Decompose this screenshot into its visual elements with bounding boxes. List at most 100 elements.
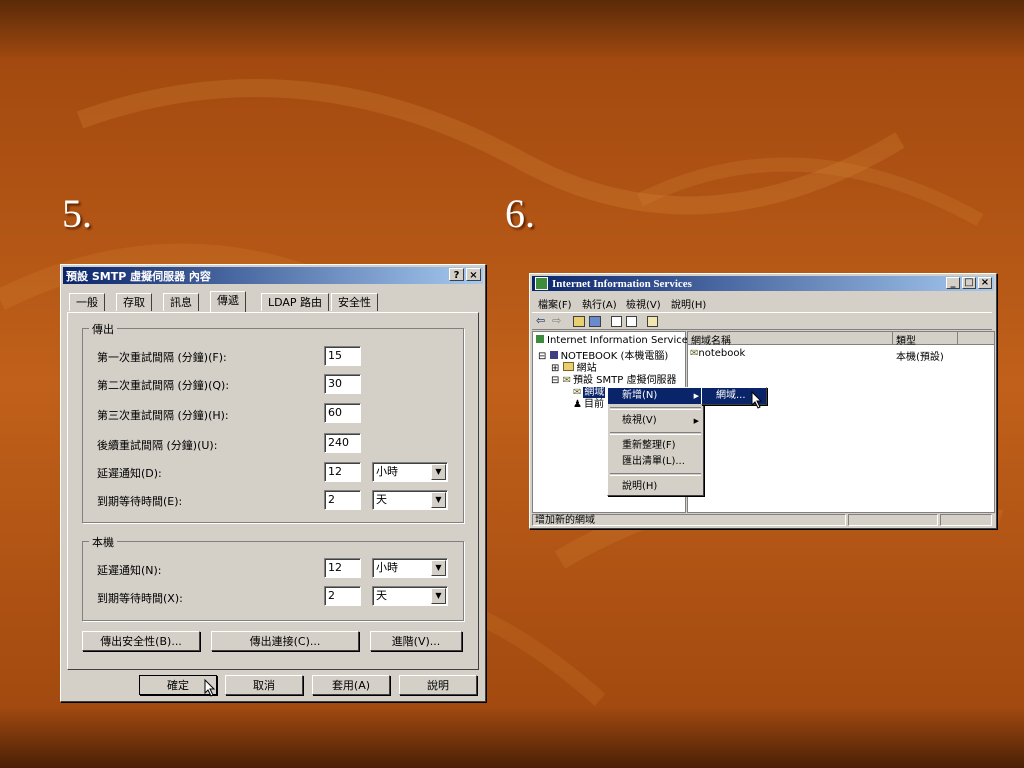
local-expire-unit-select[interactable]: 天 ▼ bbox=[372, 586, 448, 606]
context-menu: 新增(N) ▶ 檢視(V) ▶ 重新整理(F) 匯出清單(L)... 說明(H) bbox=[607, 387, 704, 496]
expire-unit-value: 天 bbox=[376, 493, 387, 506]
help-icon[interactable]: ? bbox=[449, 268, 464, 281]
outbound-security-button[interactable]: 傳出安全性(B)... bbox=[82, 631, 200, 651]
tab-security[interactable]: 安全性 bbox=[331, 293, 378, 311]
maximize-icon[interactable]: □ bbox=[962, 277, 976, 289]
menu-action[interactable]: 執行(A) bbox=[582, 296, 617, 311]
mouse-cursor-icon bbox=[751, 391, 763, 409]
slide-number-left: 5. bbox=[62, 191, 92, 236]
second-retry-input[interactable]: 30 bbox=[324, 374, 361, 394]
back-arrow-icon[interactable]: ⇦ bbox=[536, 314, 545, 327]
advanced-button[interactable]: 進階(V)... bbox=[370, 631, 462, 651]
help-icon[interactable] bbox=[647, 316, 658, 327]
menu-item-new[interactable]: 新增(N) ▶ bbox=[608, 388, 703, 404]
subsequent-retry-input[interactable]: 240 bbox=[324, 433, 361, 453]
menu-item-export-list[interactable]: 匯出清單(L)... bbox=[608, 454, 703, 470]
collapse-icon[interactable]: ⊟ bbox=[538, 351, 546, 362]
local-delay-input[interactable]: 12 bbox=[324, 558, 361, 578]
folder-icon bbox=[562, 362, 574, 371]
delay-notify-label: 延遲通知(D): bbox=[97, 467, 162, 480]
properties-icon[interactable] bbox=[611, 316, 622, 327]
mouse-cursor-icon bbox=[204, 679, 216, 697]
iis-app-icon bbox=[535, 277, 548, 290]
column-header-filler bbox=[958, 332, 994, 345]
menu-file[interactable]: 檔案(F) bbox=[538, 296, 572, 311]
apply-button[interactable]: 套用(A) bbox=[312, 675, 390, 695]
status-panel-2 bbox=[848, 514, 938, 526]
second-retry-label: 第二次重試間隔 (分鐘)(Q): bbox=[97, 379, 230, 392]
first-retry-label: 第一次重試間隔 (分鐘)(F): bbox=[97, 351, 227, 364]
chevron-down-icon[interactable]: ▼ bbox=[431, 560, 446, 576]
delay-unit-select[interactable]: 小時 ▼ bbox=[372, 462, 448, 482]
local-group-title: 本機 bbox=[89, 534, 117, 550]
forward-arrow-icon[interactable]: ⇨ bbox=[552, 314, 561, 327]
expire-input[interactable]: 2 bbox=[324, 490, 361, 510]
tree-item-root[interactable]: Internet Information Services bbox=[536, 335, 693, 346]
close-icon[interactable]: × bbox=[466, 268, 481, 281]
menu-item-help[interactable]: 說明(H) bbox=[608, 479, 703, 495]
iis-title: Internet Information Services bbox=[552, 277, 692, 290]
iis-menu-bar: 檔案(F) 執行(A) 檢視(V) 說明(H) bbox=[532, 294, 992, 311]
delay-unit-value: 小時 bbox=[376, 465, 398, 478]
help-button[interactable]: 說明 bbox=[399, 675, 477, 695]
delay-notify-input[interactable]: 12 bbox=[324, 462, 361, 482]
slide-number-right: 6. bbox=[505, 191, 535, 236]
outbound-group: 傳出 第一次重試間隔 (分鐘)(F): 15 第二次重試間隔 (分鐘)(Q): … bbox=[82, 321, 464, 523]
outbound-connections-button[interactable]: 傳出連接(C)... bbox=[211, 631, 359, 651]
third-retry-label: 第三次重試間隔 (分鐘)(H): bbox=[97, 409, 229, 422]
third-retry-input[interactable]: 60 bbox=[324, 403, 361, 423]
tab-ldap-routing[interactable]: LDAP 路由 bbox=[261, 293, 330, 311]
row-domain-type: 本機(預設) bbox=[896, 352, 944, 363]
cancel-button[interactable]: 取消 bbox=[225, 675, 303, 695]
menu-item-new-label: 新增(N) bbox=[622, 390, 658, 401]
tab-messages[interactable]: 訊息 bbox=[163, 293, 199, 311]
tree-root-label: Internet Information Services bbox=[547, 335, 694, 346]
up-folder-icon[interactable] bbox=[573, 316, 585, 327]
tab-access[interactable]: 存取 bbox=[116, 293, 152, 311]
tab-delivery[interactable]: 傳遞 bbox=[210, 291, 246, 312]
table-row[interactable]: ✉notebook bbox=[690, 348, 745, 359]
session-icon: ♟ bbox=[573, 399, 582, 410]
tab-panel: 傳出 第一次重試間隔 (分鐘)(F): 15 第二次重試間隔 (分鐘)(Q): … bbox=[67, 312, 479, 670]
chevron-down-icon[interactable]: ▼ bbox=[431, 588, 446, 604]
chevron-right-icon: ▶ bbox=[693, 417, 699, 425]
tree-current-label: 目前 bbox=[583, 399, 604, 410]
outbound-group-title: 傳出 bbox=[89, 321, 117, 337]
chevron-down-icon[interactable]: ▼ bbox=[431, 464, 446, 480]
local-group: 本機 延遲通知(N): 12 小時 ▼ 到期等待時間(X): 2 天 ▼ bbox=[82, 534, 464, 621]
refresh-icon[interactable] bbox=[626, 316, 637, 327]
expire-unit-select[interactable]: 天 ▼ bbox=[372, 490, 448, 510]
expire-label: 到期等待時間(E): bbox=[97, 495, 183, 508]
chevron-down-icon[interactable]: ▼ bbox=[431, 492, 446, 508]
local-delay-unit-value: 小時 bbox=[376, 561, 398, 574]
subsequent-retry-label: 後續重試間隔 (分鐘)(U): bbox=[97, 439, 218, 452]
local-expire-label: 到期等待時間(X): bbox=[97, 592, 183, 605]
column-header-domain-name[interactable]: 網域名稱 bbox=[688, 332, 893, 347]
status-text: 增加新的網域 bbox=[532, 514, 846, 526]
status-bar: 增加新的網域 bbox=[532, 514, 992, 527]
tree-item-current[interactable]: ♟ 目前 bbox=[573, 395, 604, 410]
menu-view[interactable]: 檢視(V) bbox=[626, 296, 661, 311]
iis-toolbar: ⇦ ⇨ bbox=[532, 312, 992, 330]
menu-help[interactable]: 說明(H) bbox=[671, 296, 706, 311]
dialog-titlebar: 預設 SMTP 虛擬伺服器 內容 ? × bbox=[63, 267, 483, 284]
local-delay-unit-select[interactable]: 小時 ▼ bbox=[372, 558, 448, 578]
menu-item-view-label: 檢視(V) bbox=[622, 415, 657, 426]
minimize-icon[interactable]: _ bbox=[946, 277, 960, 289]
first-retry-input[interactable]: 15 bbox=[324, 346, 361, 366]
menu-item-view[interactable]: 檢視(V) ▶ bbox=[608, 413, 703, 429]
row-domain-name: notebook bbox=[698, 348, 746, 359]
dialog-title: 預設 SMTP 虛擬伺服器 內容 bbox=[66, 269, 211, 283]
collapse-icon[interactable]: ⊟ bbox=[551, 375, 559, 386]
show-tree-icon[interactable] bbox=[589, 316, 601, 327]
tab-general[interactable]: 一般 bbox=[69, 293, 105, 311]
iis-window: Internet Information Services _ □ × 檔案(F… bbox=[529, 273, 997, 529]
column-header-type[interactable]: 類型 bbox=[893, 332, 958, 347]
local-expire-input[interactable]: 2 bbox=[324, 586, 361, 606]
close-icon[interactable]: × bbox=[978, 277, 992, 289]
chevron-right-icon: ▶ bbox=[693, 392, 699, 400]
iis-icon bbox=[536, 335, 544, 343]
tree-item-smtp[interactable]: ⊟ ✉ 預設 SMTP 虛擬伺服器 bbox=[551, 371, 676, 386]
menu-item-refresh[interactable]: 重新整理(F) bbox=[608, 438, 703, 454]
iis-titlebar: Internet Information Services _ □ × bbox=[532, 276, 994, 291]
